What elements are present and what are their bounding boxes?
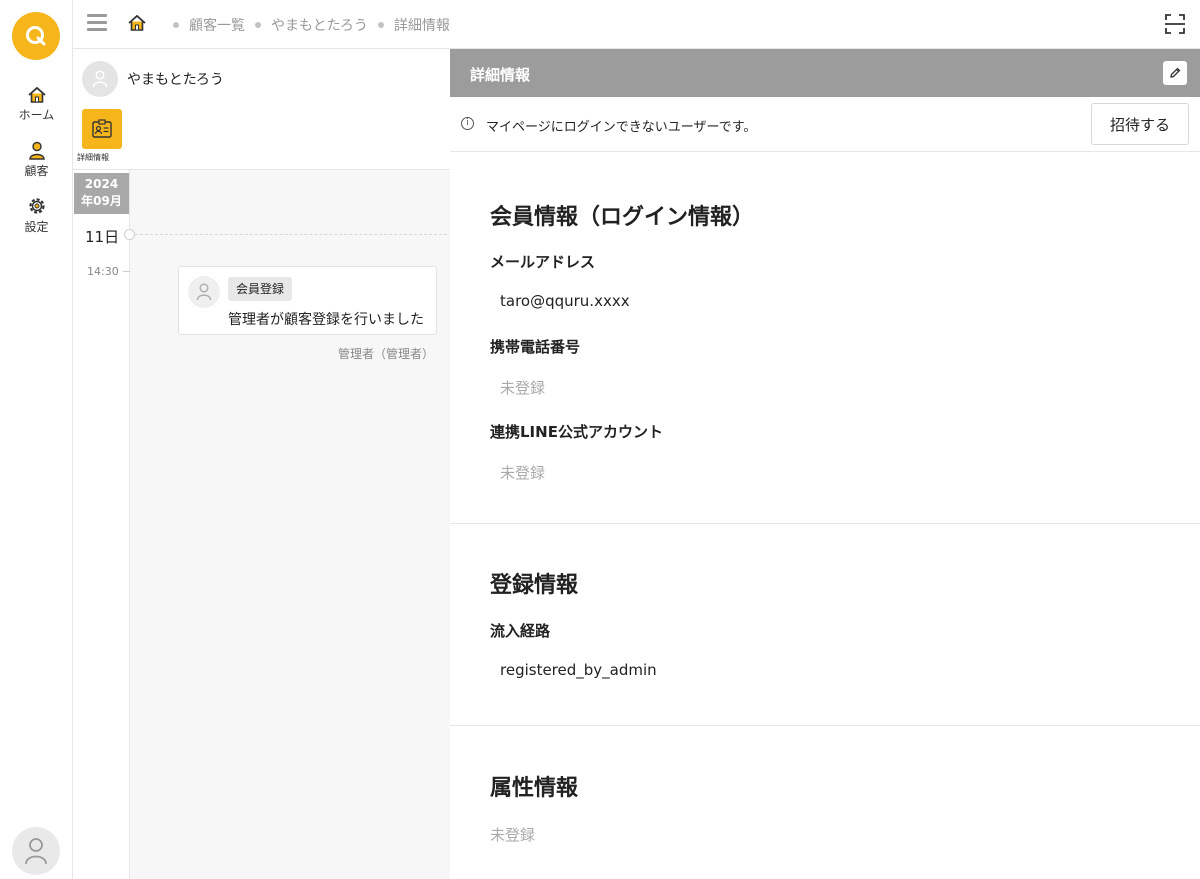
- menu-bar: [87, 21, 107, 24]
- phone-label: 携帯電話番号: [490, 338, 581, 356]
- breadcrumb-separator: [377, 22, 384, 28]
- left-nav-rail: ホーム 顧客 設定: [0, 0, 73, 879]
- top-bar: 顧客一覧 やまもとたろう 詳細情報: [73, 0, 1200, 49]
- month-badge-year: 2024: [84, 177, 119, 191]
- customer-header: やまもとたろう 詳細情報: [73, 49, 450, 170]
- registration-info-section: 登録情報 流入経路 registered_by_admin: [450, 524, 1200, 726]
- attribute-info-section: 属性情報 未登録: [450, 726, 1200, 879]
- pencil-icon: [1170, 67, 1181, 78]
- breadcrumb-home[interactable]: [127, 14, 147, 36]
- detail-panel: 詳細情報 i マイページにログインできないユーザーです。 招待する 会員情報（ロ…: [450, 49, 1200, 879]
- id-card-icon: [92, 119, 112, 138]
- customer-name: やまもとたろう: [127, 72, 224, 88]
- day-marker: [124, 229, 135, 240]
- event-author: 管理者（管理者）: [337, 347, 434, 361]
- edit-button[interactable]: [1163, 61, 1187, 85]
- time-label: 14:30: [87, 265, 119, 278]
- member-info-section: 会員情報（ログイン情報） メールアドレス taro@qquru.xxxx 携帯電…: [450, 152, 1200, 524]
- inflow-route-value: registered_by_admin: [500, 661, 657, 679]
- notice-text: マイページにログインできないユーザーです。: [486, 120, 757, 135]
- user-avatar-icon: [25, 838, 47, 865]
- timeline-event-card[interactable]: 会員登録 管理者が顧客登録を行いました: [178, 266, 437, 335]
- person-outline-icon: [92, 70, 108, 88]
- inflow-route-label: 流入経路: [490, 622, 551, 640]
- breadcrumb-separator: [173, 22, 179, 28]
- person-icon: [28, 141, 45, 160]
- nav-label-home: ホーム: [18, 108, 55, 122]
- nav-label-customers: 顧客: [24, 164, 49, 178]
- customer-avatar: [82, 61, 118, 97]
- attribute-info-value: 未登録: [490, 826, 536, 844]
- breadcrumb-current: 詳細情報: [393, 18, 450, 34]
- line-account-value: 未登録: [500, 464, 546, 482]
- login-notice: i マイページにログインできないユーザーです。 招待する: [450, 97, 1200, 152]
- info-icon: i: [461, 117, 474, 130]
- email-label: メールアドレス: [490, 253, 596, 271]
- customer-timeline-column: やまもとたろう 詳細情報 2024 年09月 11日 14:30 会員登録 管理…: [73, 49, 450, 879]
- user-avatar-button[interactable]: [12, 827, 60, 875]
- nav-item-settings[interactable]: 設定: [0, 196, 73, 235]
- timeline[interactable]: 2024 年09月 11日 14:30 会員登録 管理者が顧客登録を行いました …: [73, 170, 450, 879]
- attribute-info-title: 属性情報: [490, 776, 579, 801]
- panel-header: 詳細情報: [450, 49, 1200, 97]
- invite-button[interactable]: 招待する: [1091, 103, 1189, 145]
- scan-icon: [1165, 14, 1185, 34]
- app-logo[interactable]: [12, 12, 60, 60]
- line-account-label: 連携LINE公式アカウント: [490, 423, 663, 441]
- day-divider: [135, 234, 447, 235]
- email-value: taro@qquru.xxxx: [500, 292, 630, 310]
- menu-toggle-button[interactable]: [87, 14, 107, 34]
- scan-button[interactable]: [1164, 13, 1186, 35]
- event-text: 管理者が顧客登録を行いました: [228, 312, 424, 328]
- breadcrumb-separator: [255, 22, 261, 28]
- nav-item-customers[interactable]: 顧客: [0, 141, 73, 179]
- nav-item-home[interactable]: ホーム: [0, 86, 73, 123]
- home-icon: [27, 86, 46, 103]
- event-avatar: [188, 276, 220, 308]
- month-badge-month: 年09月: [81, 194, 122, 208]
- gear-icon: [28, 198, 45, 214]
- phone-value: 未登録: [500, 379, 546, 397]
- menu-bar: [87, 28, 107, 31]
- detail-info-tab-label: 詳細情報: [77, 153, 109, 162]
- month-badge: 2024 年09月: [74, 173, 129, 214]
- detail-info-tab[interactable]: [82, 109, 122, 149]
- breadcrumb-customer-name[interactable]: やまもとたろう: [271, 15, 368, 35]
- day-label: 11日: [85, 228, 120, 246]
- nav-label-settings: 設定: [24, 220, 49, 234]
- panel-title: 詳細情報: [470, 66, 531, 84]
- timeline-date-column: 2024 年09月 11日 14:30: [73, 170, 130, 879]
- member-info-title: 会員情報（ログイン情報）: [490, 205, 755, 230]
- registration-info-title: 登録情報: [490, 573, 579, 598]
- person-outline-icon: [196, 283, 212, 301]
- time-tick: [123, 271, 130, 272]
- home-icon: [128, 14, 146, 31]
- breadcrumb-customer-list[interactable]: 顧客一覧: [189, 15, 245, 35]
- breadcrumb: 顧客一覧 やまもとたろう 詳細情報: [163, 15, 450, 35]
- event-type-tag: 会員登録: [228, 277, 293, 301]
- logo-q-icon: [26, 26, 46, 46]
- menu-bar: [87, 14, 107, 17]
